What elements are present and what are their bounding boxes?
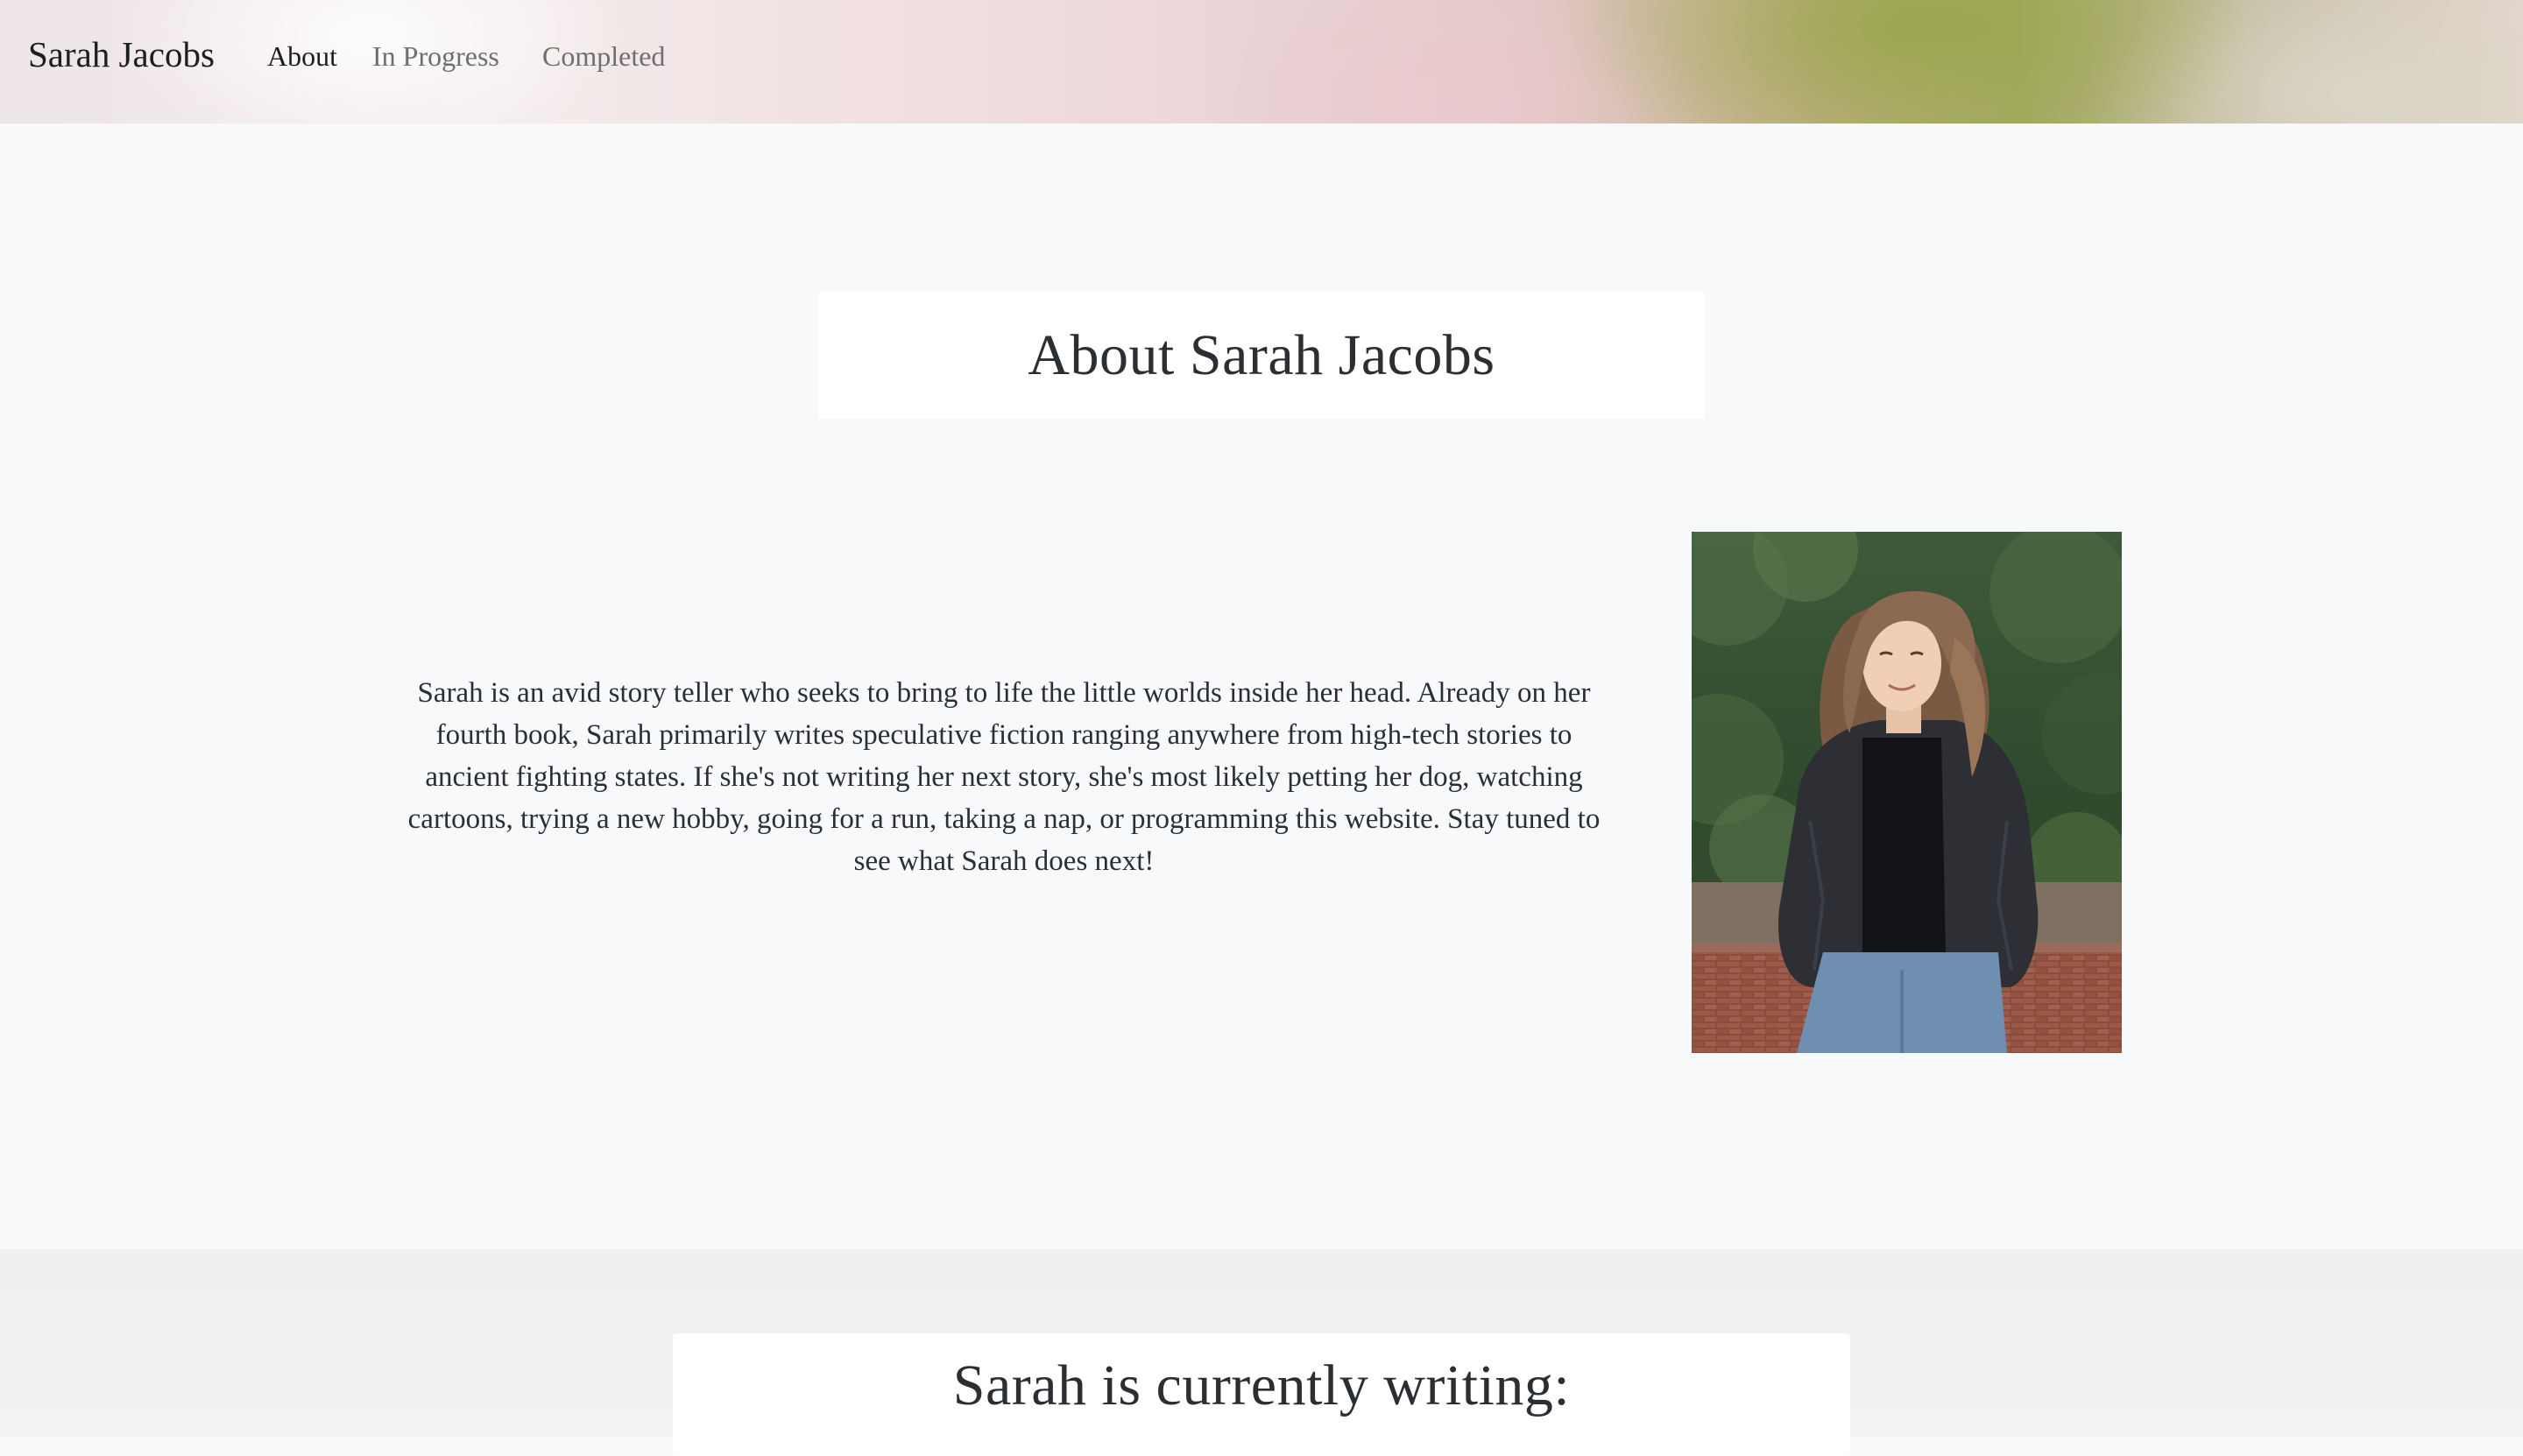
brand-link[interactable]: Sarah Jacobs xyxy=(28,33,215,75)
author-photo xyxy=(1692,532,2122,1053)
currently-writing-title: Sarah is currently writing: xyxy=(952,1354,1571,1417)
navbar: Sarah Jacobs About In Progress Completed xyxy=(0,0,2523,124)
about-bio: Sarah is an avid story teller who seeks … xyxy=(407,677,1601,877)
nav-link-about[interactable]: About xyxy=(267,40,337,73)
about-title-card: About Sarah Jacobs xyxy=(818,292,1705,419)
currently-writing-title-card: Sarah is currently writing: xyxy=(673,1333,1850,1456)
currently-writing-section: Sarah is currently writing: xyxy=(0,1249,2523,1456)
about-title: About Sarah Jacobs xyxy=(1028,322,1495,387)
nav-link-completed[interactable]: Completed xyxy=(542,40,665,73)
nav-link-in-progress[interactable]: In Progress xyxy=(372,40,499,73)
